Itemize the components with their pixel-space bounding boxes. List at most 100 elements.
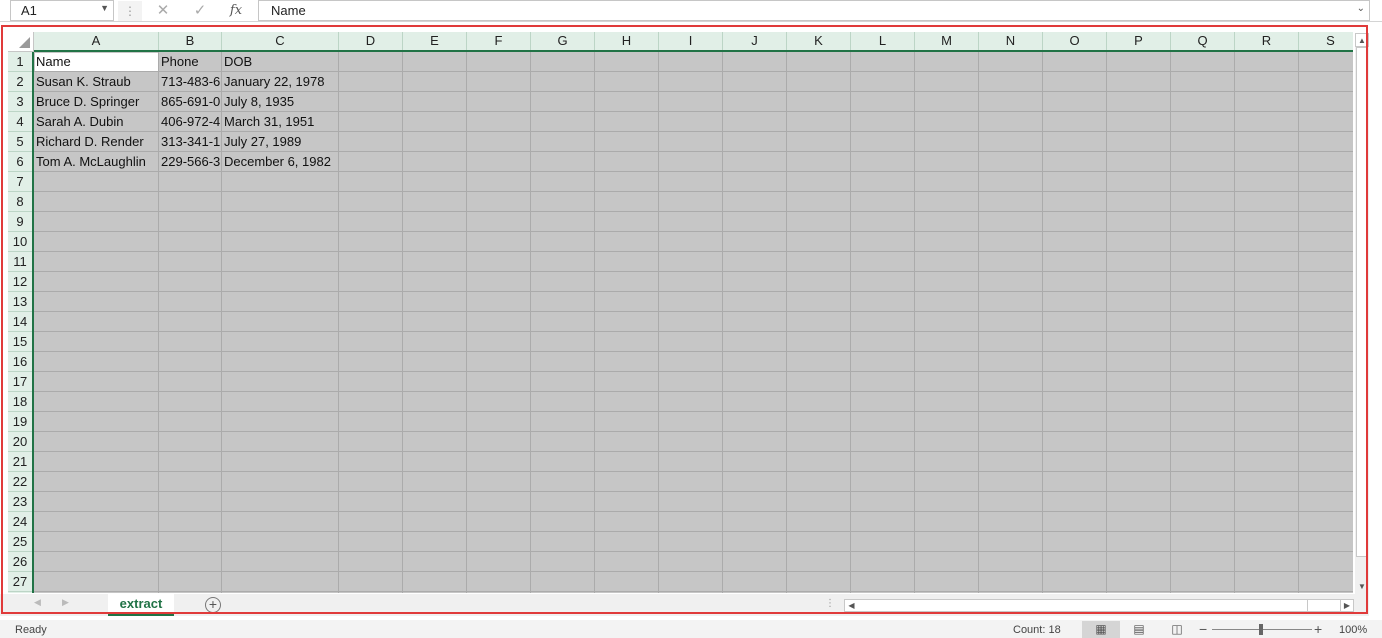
vertical-scroll-thumb[interactable] (1356, 47, 1368, 557)
column-header-a[interactable]: A (34, 32, 159, 50)
row-header-2[interactable]: 2 (8, 72, 32, 92)
row-header-22[interactable]: 22 (8, 472, 32, 492)
row-header-3[interactable]: 3 (8, 92, 32, 112)
scroll-left-icon[interactable]: ◀ (845, 600, 858, 611)
column-header-s[interactable]: S (1299, 32, 1353, 50)
row-header-6[interactable]: 6 (8, 152, 32, 172)
horizontal-scroll-thumb[interactable] (860, 600, 1308, 611)
row-header-13[interactable]: 13 (8, 292, 32, 312)
cell-area[interactable]: Name Phone DOB Susan K. Straub 713-483-6 Janu… (34, 52, 1353, 593)
column-header-k[interactable]: K (787, 32, 851, 50)
zoom-in-icon[interactable]: + (1314, 621, 1322, 637)
scroll-right-icon[interactable]: ▶ (1340, 600, 1353, 611)
sheet-tab-extract[interactable]: extract (108, 594, 174, 616)
select-all-icon (19, 37, 30, 48)
grid-line (34, 411, 1353, 412)
grid-line (34, 331, 1353, 332)
table-cell[interactable]: January 22, 1978 (222, 72, 379, 92)
row-header-1[interactable]: 1 (8, 52, 32, 72)
row-header-12[interactable]: 12 (8, 272, 32, 292)
row-header-16[interactable]: 16 (8, 352, 32, 372)
grid-line (34, 571, 1353, 572)
zoom-out-icon[interactable]: − (1199, 621, 1207, 637)
expand-formula-icon[interactable]: ⌄ (1357, 3, 1365, 14)
column-header-l[interactable]: L (851, 32, 915, 50)
more-options-icon[interactable]: ⋮ (118, 1, 142, 21)
add-sheet-icon[interactable]: + (205, 597, 221, 613)
table-cell[interactable]: December 6, 1982 (222, 152, 379, 172)
insert-function-icon[interactable]: fx (224, 1, 248, 21)
column-header-n[interactable]: N (979, 32, 1043, 50)
horizontal-scrollbar[interactable]: ◀ ▶ (844, 599, 1354, 612)
next-sheet-icon[interactable]: ▶ (62, 597, 69, 608)
column-header-d[interactable]: D (339, 32, 403, 50)
zoom-slider-thumb[interactable] (1259, 624, 1263, 635)
sheet-tab-bar: ◀ ▶ extract + ⋮ ◀ ▶ (0, 594, 1369, 616)
table-cell[interactable]: March 31, 1951 (222, 112, 379, 132)
row-header-18[interactable]: 18 (8, 392, 32, 412)
row-header-4[interactable]: 4 (8, 112, 32, 132)
grid-line (34, 591, 1353, 592)
row-header-23[interactable]: 23 (8, 492, 32, 512)
row-header-9[interactable]: 9 (8, 212, 32, 232)
close-icon[interactable]: ✕ (151, 1, 175, 21)
prev-sheet-icon[interactable]: ◀ (34, 597, 41, 608)
table-cell[interactable]: 713-483-6 (159, 72, 222, 92)
name-box[interactable]: A1 ▼ (10, 0, 114, 21)
column-header-j[interactable]: J (723, 32, 787, 50)
column-header-p[interactable]: P (1107, 32, 1171, 50)
scroll-up-icon[interactable]: ▲ (1355, 33, 1369, 47)
grid-line (34, 211, 1353, 212)
grid-line (34, 391, 1353, 392)
column-header-q[interactable]: Q (1171, 32, 1235, 50)
chevron-down-icon[interactable]: ▼ (100, 3, 109, 13)
column-header-e[interactable]: E (403, 32, 467, 50)
header-cell[interactable]: DOB (222, 52, 379, 72)
header-cell[interactable]: Phone (159, 52, 222, 72)
row-header-15[interactable]: 15 (8, 332, 32, 352)
column-header-o[interactable]: O (1043, 32, 1107, 50)
row-header-5[interactable]: 5 (8, 132, 32, 152)
table-cell[interactable]: July 8, 1935 (222, 92, 379, 112)
row-header-21[interactable]: 21 (8, 452, 32, 472)
scroll-down-icon[interactable]: ▼ (1355, 580, 1369, 594)
column-header-c[interactable]: C (222, 32, 339, 50)
check-icon[interactable]: ✓ (188, 1, 212, 21)
row-header-14[interactable]: 14 (8, 312, 32, 332)
table-cell[interactable]: July 27, 1989 (222, 132, 379, 152)
select-all-button[interactable] (8, 32, 34, 52)
column-header-g[interactable]: G (531, 32, 595, 50)
tab-split-handle-icon[interactable]: ⋮ (825, 598, 835, 609)
status-text: Ready (15, 624, 47, 636)
vertical-scrollbar[interactable]: ▲ ▼ (1355, 33, 1369, 594)
table-cell[interactable]: 313-341-1 (159, 132, 222, 152)
normal-view-icon[interactable]: ▦ (1082, 621, 1120, 638)
row-header-8[interactable]: 8 (8, 192, 32, 212)
row-header-24[interactable]: 24 (8, 512, 32, 532)
zoom-level[interactable]: 100% (1339, 624, 1367, 636)
column-header-b[interactable]: B (159, 32, 222, 50)
row-header-27[interactable]: 27 (8, 572, 32, 592)
page-break-icon[interactable]: ◫ (1158, 621, 1196, 638)
row-header-20[interactable]: 20 (8, 432, 32, 452)
grid-line (34, 531, 1353, 532)
row-header-26[interactable]: 26 (8, 552, 32, 572)
row-header-7[interactable]: 7 (8, 172, 32, 192)
table-cell[interactable]: 406-972-4 (159, 112, 222, 132)
column-header-r[interactable]: R (1235, 32, 1299, 50)
row-header-25[interactable]: 25 (8, 532, 32, 552)
row-header-11[interactable]: 11 (8, 252, 32, 272)
page-layout-icon[interactable]: ▤ (1120, 621, 1158, 638)
spreadsheet-grid[interactable]: ABCDEFGHIJKLMNOPQRS 1 2 3 4 5 6 7 8 9 10 11 12 13 14 1… (8, 32, 1353, 593)
column-header-f[interactable]: F (467, 32, 531, 50)
column-header-m[interactable]: M (915, 32, 979, 50)
column-header-i[interactable]: I (659, 32, 723, 50)
column-header-h[interactable]: H (595, 32, 659, 50)
table-cell[interactable]: 229-566-3 (159, 152, 222, 172)
table-cell[interactable]: 865-691-0 (159, 92, 222, 112)
grid-line (34, 271, 1353, 272)
row-header-19[interactable]: 19 (8, 412, 32, 432)
row-header-17[interactable]: 17 (8, 372, 32, 392)
formula-input[interactable]: Name ⌄ (258, 0, 1370, 21)
row-header-10[interactable]: 10 (8, 232, 32, 252)
